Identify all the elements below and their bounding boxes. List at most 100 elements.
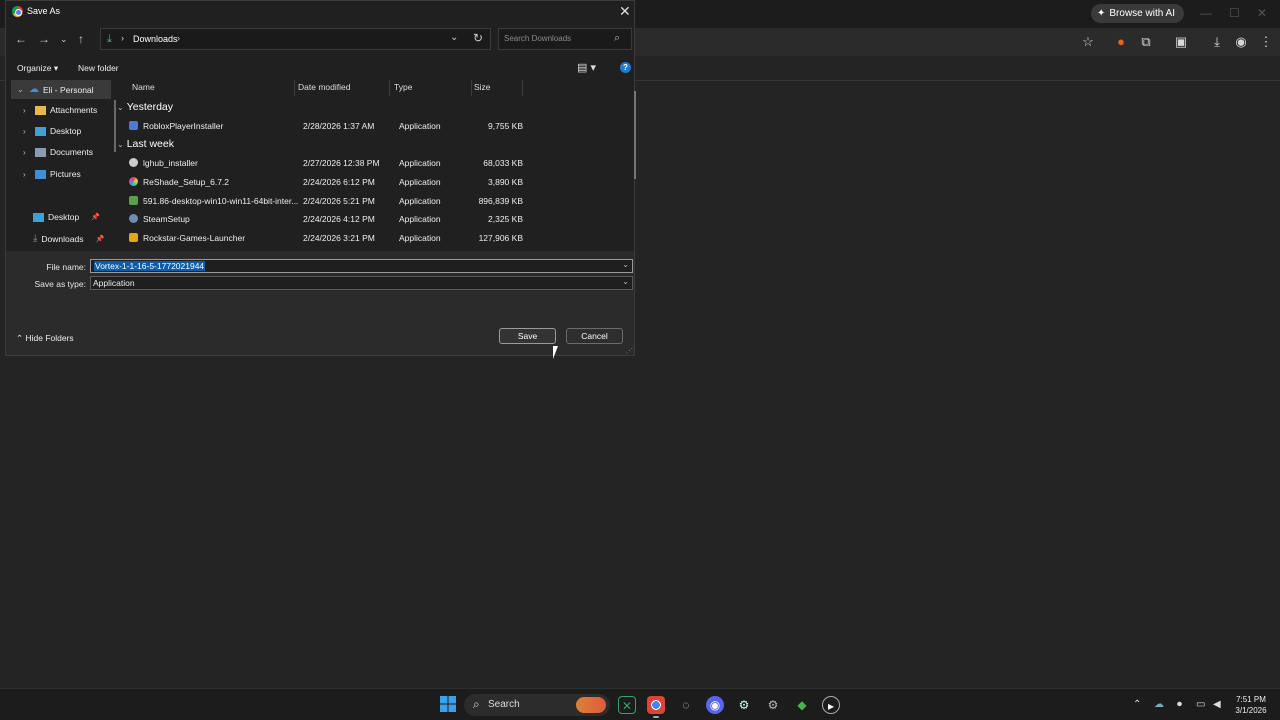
- app-icon[interactable]: ◌: [677, 696, 695, 714]
- desktop-icon: [33, 212, 44, 222]
- bookmark-star-icon[interactable]: ☆: [1079, 34, 1097, 50]
- nav-item-quick-desktop[interactable]: Desktop 📌: [33, 212, 100, 222]
- column-size[interactable]: Size: [474, 82, 491, 92]
- file-name-value: Vortex-1-1-16-5-1772021944: [94, 261, 206, 271]
- column-divider[interactable]: [522, 80, 523, 96]
- profile-icon[interactable]: ◉: [1232, 34, 1250, 50]
- nav-item-documents[interactable]: › Documents: [23, 147, 93, 157]
- discord-icon[interactable]: ◉: [706, 696, 724, 714]
- file-row[interactable]: SteamSetup 2/24/2026 4:12 PM Application…: [123, 212, 525, 230]
- settings-icon[interactable]: ⚙: [764, 696, 782, 714]
- dialog-close-button[interactable]: ✕: [619, 3, 631, 20]
- organize-button[interactable]: Organize ▾: [17, 63, 58, 74]
- column-divider[interactable]: [389, 80, 390, 96]
- chevron-down-icon[interactable]: ⌄: [622, 277, 629, 286]
- expand-arrow-icon[interactable]: ⌄: [17, 85, 25, 94]
- breadcrumb-chevron-icon[interactable]: ›: [121, 33, 124, 43]
- breadcrumb-chevron-icon[interactable]: ›: [177, 33, 180, 43]
- browse-with-ai-button[interactable]: ✦ Browse with AI: [1091, 4, 1184, 23]
- maximize-icon[interactable]: ☐: [1229, 6, 1240, 20]
- search-input[interactable]: Search Downloads ⌕: [498, 28, 632, 50]
- menu-icon[interactable]: ⋮: [1257, 34, 1275, 50]
- expand-arrow-icon[interactable]: ›: [23, 106, 31, 115]
- collapse-arrow-icon[interactable]: ⌄: [117, 140, 124, 149]
- window-close-icon[interactable]: ✕: [1257, 6, 1267, 20]
- group-label: Last week: [126, 138, 174, 150]
- group-last-week[interactable]: ⌄ Last week: [117, 138, 174, 150]
- file-type: Application: [399, 177, 441, 187]
- search-icon: ⌕: [614, 32, 621, 44]
- help-icon[interactable]: ?: [620, 62, 631, 73]
- file-type: Application: [399, 121, 441, 131]
- file-type: Application: [399, 214, 441, 224]
- download-icon[interactable]: ⤓: [1208, 34, 1226, 50]
- column-name[interactable]: Name: [132, 82, 155, 92]
- taskbar-search[interactable]: ⌕ Search: [464, 694, 610, 716]
- save-button[interactable]: Save: [499, 328, 556, 344]
- clock[interactable]: 7:51 PM 3/1/2026: [1232, 694, 1270, 716]
- nav-item-attachments[interactable]: › Attachments: [23, 105, 97, 115]
- steam-icon: [129, 214, 138, 223]
- file-row[interactable]: lghub_installer 2/27/2026 12:38 PM Appli…: [123, 156, 525, 174]
- onedrive-icon[interactable]: ☁: [1154, 699, 1164, 710]
- taskbar-search-label: Search: [488, 699, 520, 710]
- nav-item-personal[interactable]: ⌄ ☁ Eli - Personal: [17, 84, 94, 95]
- address-dropdown-icon[interactable]: ⌄: [450, 32, 458, 43]
- rockstar-icon: [129, 233, 138, 242]
- nav-item-pictures[interactable]: › Pictures: [23, 169, 81, 179]
- hide-folders-button[interactable]: ⌃ Hide Folders: [16, 333, 74, 344]
- nav-item-quick-downloads[interactable]: ⤓ Downloads 📌: [33, 233, 104, 244]
- column-divider[interactable]: [294, 80, 295, 96]
- volume-icon[interactable]: ◀: [1213, 699, 1221, 710]
- resize-grip-icon[interactable]: ⋰: [626, 347, 633, 355]
- chevron-down-icon[interactable]: ⌄: [622, 260, 629, 269]
- pictures-icon: [35, 169, 46, 179]
- expand-arrow-icon[interactable]: ›: [23, 170, 31, 179]
- minimize-icon[interactable]: —: [1200, 6, 1212, 20]
- logitech-icon: [129, 158, 138, 167]
- extensions-puzzle-icon[interactable]: ⧉: [1137, 34, 1155, 50]
- chrome-icon[interactable]: [647, 696, 665, 714]
- excel-icon[interactable]: ✕: [618, 696, 636, 714]
- sidebar-icon[interactable]: ▣: [1172, 34, 1190, 50]
- file-row[interactable]: RobloxPlayerInstaller 2/28/2026 1:37 AM …: [123, 119, 525, 137]
- cancel-button[interactable]: Cancel: [566, 328, 623, 344]
- nav-scrollbar[interactable]: [114, 100, 116, 152]
- group-yesterday[interactable]: ⌄ Yesterday: [117, 101, 173, 113]
- tray-overflow-icon[interactable]: ⌃: [1133, 699, 1141, 710]
- refresh-icon[interactable]: ↻: [473, 31, 483, 45]
- network-icon[interactable]: ▭: [1196, 699, 1205, 710]
- start-button[interactable]: [439, 696, 457, 714]
- file-list-scrollbar[interactable]: [634, 91, 636, 179]
- file-name-input[interactable]: Vortex-1-1-16-5-1772021944 ⌄: [90, 259, 633, 273]
- expand-arrow-icon[interactable]: ›: [23, 127, 31, 136]
- new-folder-button[interactable]: New folder: [78, 63, 119, 73]
- search-highlight-icon: [576, 697, 606, 713]
- app-green-icon[interactable]: ◆: [793, 696, 811, 714]
- steam-icon[interactable]: ⚙: [735, 696, 753, 714]
- recent-locations-icon[interactable]: ⌄: [60, 34, 68, 45]
- file-row[interactable]: 591.86-desktop-win10-win11-64bit-inter..…: [123, 194, 525, 212]
- view-options-icon[interactable]: ▤ ▾: [577, 61, 596, 74]
- search-placeholder: Search Downloads: [504, 34, 572, 43]
- forward-icon[interactable]: →: [38, 32, 50, 46]
- media-player-icon[interactable]: ▸: [822, 696, 840, 714]
- up-icon[interactable]: ↑: [78, 32, 84, 46]
- file-size: 896,839 KB: [478, 196, 523, 206]
- column-date-modified[interactable]: Date modified: [298, 82, 350, 92]
- address-bar[interactable]: ⤓ › Downloads › ⌄ ↻: [100, 28, 491, 50]
- file-name-label: File name:: [46, 262, 86, 272]
- file-row[interactable]: ReShade_Setup_6.7.2 2/24/2026 6:12 PM Ap…: [123, 175, 525, 193]
- back-icon[interactable]: ←: [15, 32, 27, 46]
- column-divider[interactable]: [471, 80, 472, 96]
- expand-arrow-icon[interactable]: ›: [23, 148, 31, 157]
- extension-icon[interactable]: ●: [1112, 34, 1130, 50]
- breadcrumb-downloads[interactable]: Downloads: [133, 34, 178, 44]
- microphone-icon[interactable]: ⏺: [1177, 699, 1182, 710]
- nav-item-desktop[interactable]: › Desktop: [23, 126, 81, 136]
- column-type[interactable]: Type: [394, 82, 412, 92]
- file-row[interactable]: Rockstar-Games-Launcher 2/24/2026 3:21 P…: [123, 231, 525, 249]
- collapse-arrow-icon[interactable]: ⌄: [117, 103, 124, 112]
- nav-label: Desktop: [50, 126, 82, 136]
- save-type-select[interactable]: Application ⌄: [90, 276, 633, 290]
